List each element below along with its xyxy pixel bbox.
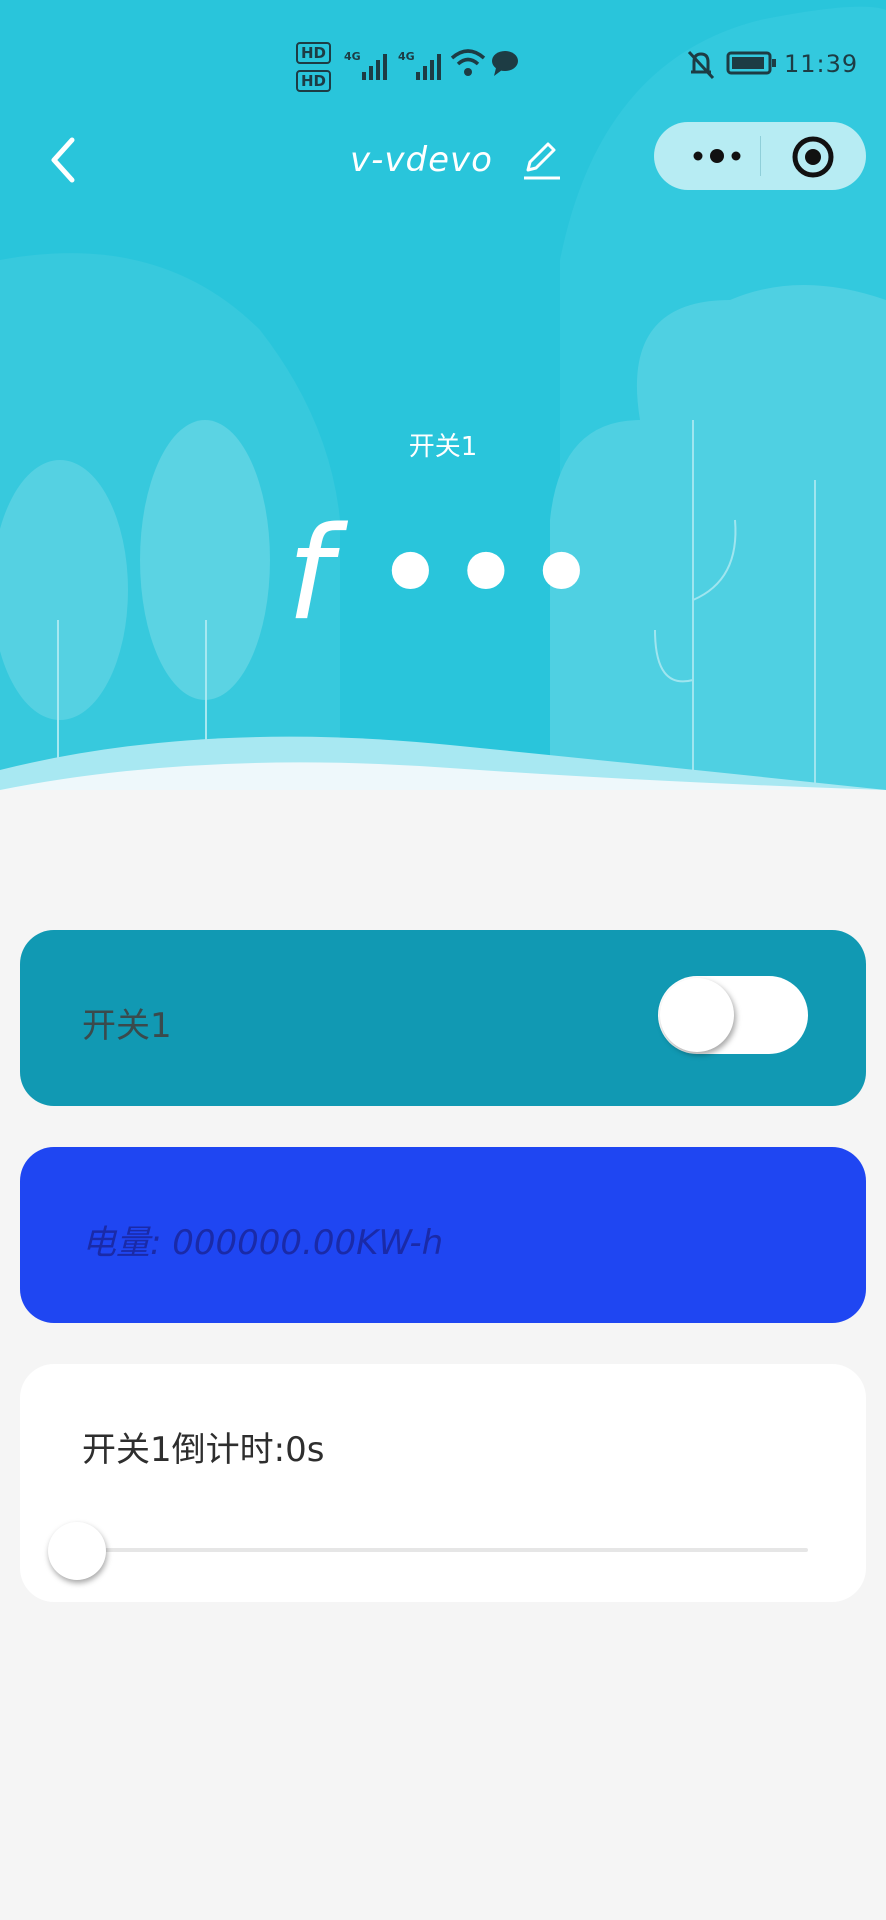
message-icon [492,51,518,76]
switch-card: 开关1 [20,930,866,1106]
hd-indicator: HD HD [296,42,332,98]
net2-label: 4G [398,50,415,63]
hero-label: 开关1 [408,432,478,462]
signal-icon-2: 4G [398,50,441,80]
bell-muted-icon [687,50,715,80]
signal-icon: 4G [344,50,387,80]
wifi-icon [450,49,486,76]
status-bar: HD HD 4G 4G 11:39 [0,0,886,110]
hd-label-2: HD [296,70,332,92]
timer-label: 开关1倒计时:0s [82,1430,325,1470]
hd-label-1: HD [296,42,332,64]
hero-banner: HD HD 4G 4G 11:39 v-vdevo 开关1 f ••• [0,0,886,790]
timer-slider-track[interactable] [78,1548,808,1552]
capsule-divider [760,136,761,176]
timer-slider-handle[interactable] [48,1522,106,1580]
toggle-knob [660,978,734,1052]
back-icon[interactable] [38,130,88,190]
timer-card: 开关1倒计时:0s [20,1364,866,1602]
hero-background [0,0,886,790]
power-label: 电量: 000000.00KW-h [82,1223,444,1263]
more-icon[interactable] [682,136,752,176]
hero-value: f ••• [286,500,600,649]
miniprogram-capsule [654,122,866,190]
status-time: 11:39 [784,50,859,78]
switch-label: 开关1 [82,1006,172,1046]
battery-icon [726,51,776,75]
close-target-icon[interactable] [790,134,836,180]
edit-icon[interactable] [520,138,564,182]
net1-label: 4G [344,50,361,63]
power-card: 电量: 000000.00KW-h [20,1147,866,1323]
switch-toggle[interactable] [658,976,808,1054]
page-title: v-vdevo [350,140,493,180]
